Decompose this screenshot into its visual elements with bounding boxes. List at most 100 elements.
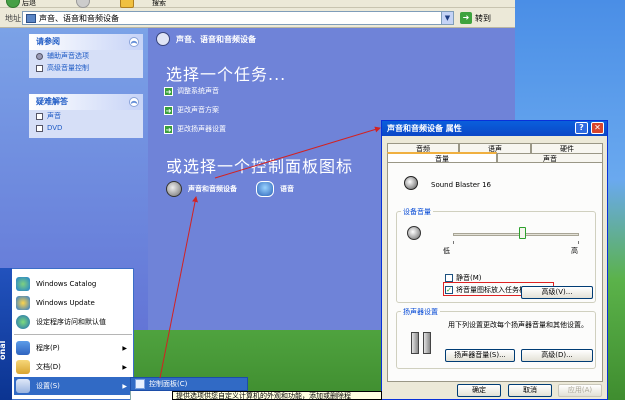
apply-button[interactable]: 应用(A)	[558, 384, 602, 397]
submenu-item-control-panel[interactable]: 控制面板(C)	[130, 377, 248, 391]
search-label[interactable]: 搜索	[152, 0, 166, 8]
sidebar-item-advanced-volume[interactable]: 高级音量控制	[29, 62, 143, 74]
arrow-right-icon: ➜	[460, 12, 472, 24]
speakers-icon	[411, 332, 431, 358]
task-adjust-system-sounds[interactable]: ➜ 调整系统声音	[164, 86, 219, 96]
go-button[interactable]: ➜ 转到	[460, 11, 504, 25]
sidebar-item-dvd[interactable]: DVD	[29, 122, 143, 134]
see-also-title: 请参阅	[36, 37, 60, 46]
menu-item-label: 设置(S)	[36, 382, 60, 390]
ok-button[interactable]: 确定	[457, 384, 501, 397]
speech-icon	[256, 181, 274, 197]
chevron-down-icon[interactable]: ▼	[441, 12, 453, 24]
sidebar-item-label: 辅助声音选项	[47, 52, 89, 60]
sound-audio-devices-icon-item[interactable]: 声音和音频设备	[166, 181, 237, 197]
chevron-right-icon: ▶	[122, 382, 127, 390]
menu-item-label: 程序(P)	[36, 344, 60, 352]
dialog-titlebar[interactable]: 声音和音频设备 属性 ? ✕	[382, 121, 607, 136]
address-bar: 地址 声音、语音和音频设备 ▼ ➜ 转到	[0, 8, 515, 28]
see-also-panel: 请参阅 ︽ 辅助声音选项 高级音量控制	[29, 34, 143, 78]
icon-label: 声音和音频设备	[188, 185, 237, 193]
up-folder-icon[interactable]	[120, 0, 134, 8]
sidebar-item-accessibility-sound[interactable]: 辅助声音选项	[29, 50, 143, 62]
chevron-right-icon: ▶	[122, 344, 127, 352]
icon-label: 语音	[280, 185, 294, 193]
troubleshoot-header[interactable]: 疑难解答 ︽	[29, 94, 143, 110]
speaker-icon	[407, 226, 421, 240]
help-icon	[36, 124, 43, 132]
back-label[interactable]: 后退	[22, 0, 36, 8]
advanced-volume-button[interactable]: 高级(V)...	[521, 286, 593, 299]
menu-item-label: Windows Catalog	[36, 280, 97, 288]
go-label: 转到	[475, 13, 491, 23]
sound-properties-dialog: 声音和音频设备 属性 ? ✕ 音频 语声 硬件 音量 声音 Sound Blas…	[381, 120, 608, 400]
menu-item-documents[interactable]: 文档(D) ▶	[14, 358, 132, 376]
speaker-icon	[156, 32, 170, 46]
sidebar-item-label: 声音	[47, 112, 61, 120]
forward-icon[interactable]	[76, 0, 90, 8]
collapse-icon[interactable]: ︽	[129, 37, 139, 47]
advanced-speaker-button[interactable]: 高级(D)...	[521, 349, 593, 362]
toolbar: 后退 搜索	[0, 0, 515, 8]
or-pick-heading: 或选择一个控制面板图标	[166, 157, 354, 176]
banner-text: onal	[0, 340, 7, 360]
program-access-icon	[16, 315, 30, 329]
task-change-sound-scheme[interactable]: ➜ 更改声音方案	[164, 105, 219, 115]
arrow-right-icon: ➜	[164, 124, 173, 134]
volume-tab-panel: Sound Blaster 16 设备音量 低 高 静音(M) ✓ 将音量图标放…	[387, 162, 603, 382]
pick-task-heading: 选择一个任务...	[166, 65, 287, 84]
collapse-icon[interactable]: ︽	[129, 97, 139, 107]
address-label: 地址	[5, 14, 21, 23]
programs-icon	[16, 341, 30, 355]
page-title: 声音、语音和音频设备	[176, 35, 256, 44]
troubleshoot-panel: 疑难解答 ︽ 声音 DVD	[29, 94, 143, 138]
help-icon	[36, 112, 43, 120]
speaker-volume-button[interactable]: 扬声器音量(S)...	[445, 349, 515, 362]
address-input[interactable]: 声音、语音和音频设备 ▼	[22, 11, 454, 25]
control-panel-icon	[26, 13, 36, 23]
documents-icon	[16, 360, 30, 374]
back-icon[interactable]	[6, 0, 20, 8]
accessibility-icon	[36, 52, 43, 60]
menu-item-program-access[interactable]: 设定程序访问和默认值	[14, 313, 132, 331]
see-also-header[interactable]: 请参阅 ︽	[29, 34, 143, 50]
windows-update-icon	[16, 296, 30, 310]
cancel-button[interactable]: 取消	[508, 384, 552, 397]
menu-separator	[14, 334, 132, 335]
help-icon[interactable]: ?	[575, 122, 588, 134]
menu-item-programs[interactable]: 程序(P) ▶	[14, 339, 132, 357]
volume-slider-thumb[interactable]	[519, 227, 527, 239]
menu-item-windows-catalog[interactable]: Windows Catalog	[14, 275, 132, 293]
low-label: 低	[443, 247, 450, 255]
device-name: Sound Blaster 16	[431, 181, 492, 189]
sidebar-item-sound[interactable]: 声音	[29, 110, 143, 122]
close-icon[interactable]: ✕	[591, 122, 604, 134]
start-menu-banner	[0, 268, 12, 400]
menu-item-label: 文档(D)	[36, 363, 61, 371]
speaker-icon	[166, 181, 182, 197]
menu-item-label: 设定程序访问和默认值	[36, 318, 106, 326]
task-label: 更改声音方案	[177, 106, 219, 114]
checkbox-unchecked-icon[interactable]	[445, 274, 453, 282]
menu-item-label: Windows Update	[36, 299, 95, 307]
sidebar-item-label: 高级音量控制	[47, 64, 89, 72]
arrow-right-icon: ➜	[164, 105, 173, 115]
dialog-title: 声音和音频设备 属性	[387, 124, 462, 133]
task-label: 更改扬声器设置	[177, 125, 226, 133]
troubleshoot-title: 疑难解答	[36, 97, 68, 106]
tooltip: 提供选项供您自定义计算机的外观和功能，添加或删除程	[172, 391, 382, 400]
speaker-settings-group: 扬声器设置 用下列设置更改每个扬声器音量和其他设置。 扬声器音量(S)... 高…	[396, 307, 596, 369]
speech-icon-item[interactable]: 语音	[256, 181, 294, 197]
arrow-right-icon: ➜	[164, 86, 173, 96]
speaker-icon	[404, 176, 418, 190]
task-change-speaker-settings[interactable]: ➜ 更改扬声器设置	[164, 124, 226, 134]
menu-item-windows-update[interactable]: Windows Update	[14, 294, 132, 312]
settings-icon	[16, 379, 30, 393]
volume-control-icon	[36, 64, 43, 72]
high-label: 高	[571, 247, 578, 255]
device-volume-group: 设备音量 低 高 静音(M) ✓ 将音量图标放入任务栏(I) 高级(V)...	[396, 207, 596, 303]
volume-slider-track[interactable]	[453, 233, 579, 236]
menu-item-settings[interactable]: 设置(S) ▶	[14, 377, 132, 395]
task-label: 调整系统声音	[177, 87, 219, 95]
speaker-settings-label: 扬声器设置	[401, 307, 440, 317]
